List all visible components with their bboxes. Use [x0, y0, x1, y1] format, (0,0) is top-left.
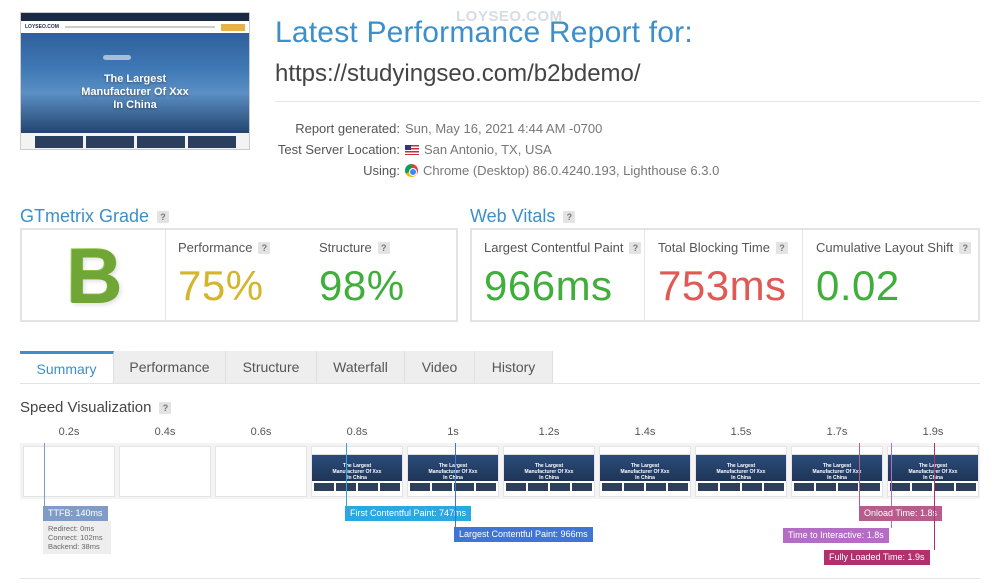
thumbnail-hero-line3: In China [113, 99, 157, 111]
divider [275, 101, 980, 102]
frame-rendered[interactable]: The Largest Manufacturer Of Xxx In China [407, 446, 499, 497]
cls-metric: Cumulative Layout Shift? 0.02 [804, 230, 978, 320]
help-icon[interactable]: ? [629, 241, 642, 254]
time-label: 1.2s [538, 426, 560, 438]
help-icon[interactable]: ? [776, 241, 788, 254]
page-screenshot-thumbnail[interactable]: LOYSEO.COM The Largest Manufacturer Of X… [20, 12, 250, 150]
fcp-marker-line [346, 443, 347, 507]
help-icon[interactable]: ? [258, 241, 271, 254]
onload-marker-line [859, 443, 860, 507]
server-location-value: San Antonio, TX, USA [424, 142, 552, 157]
using-value: Chrome (Desktop) 86.0.4240.193, Lighthou… [423, 163, 720, 178]
us-flag-icon [405, 144, 419, 155]
help-icon[interactable]: ? [159, 401, 172, 414]
chrome-icon [405, 164, 418, 177]
time-label: 1.7s [826, 426, 848, 438]
structure-value: 98% [319, 262, 405, 309]
report-url[interactable]: https://studyingseo.com/b2bdemo/ [275, 60, 641, 88]
grade-cell: B [22, 230, 166, 320]
thumbnail-hero-line1: The Largest [103, 73, 167, 85]
tbt-value: 753ms [658, 262, 787, 309]
time-label: 1.4s [634, 426, 656, 438]
lcp-value: 966ms [484, 262, 613, 309]
help-icon[interactable]: ? [959, 241, 972, 254]
tbt-label: Total Blocking Time [658, 240, 770, 255]
thumbnail-topbar [21, 13, 249, 21]
cls-value: 0.02 [816, 262, 900, 309]
frame-rendered[interactable]: The Largest Manufacturer Of Xxx In China [311, 446, 403, 497]
cls-label: Cumulative Layout Shift [816, 240, 954, 255]
lcp-tag: Largest Contentful Paint: 966ms [454, 527, 593, 542]
watermark: LOYSEO.COM [456, 8, 563, 25]
filmstrip: The Largest Manufacturer Of Xxx In China T… [20, 443, 980, 499]
web-vitals-panel: Largest Contentful Paint? 966ms Total Bl… [470, 228, 980, 322]
ttfb-breakdown: Redirect: 0ms Connect: 102ms Backend: 38… [43, 521, 111, 554]
report-meta: Report generated: Sun, May 16, 2021 4:44… [275, 118, 719, 181]
report-generated-label: Report generated: [295, 121, 400, 136]
thumbnail-nav: LOYSEO.COM [21, 21, 249, 33]
server-location-label: Test Server Location: [277, 142, 400, 157]
time-label: 0.2s [58, 426, 80, 438]
report-tabs: Summary Performance Structure Waterfall … [20, 351, 553, 384]
tab-video[interactable]: Video [405, 351, 475, 384]
frame-rendered[interactable]: The Largest Manufacturer Of Xxx In China [887, 446, 979, 497]
fully-loaded-marker-line [934, 443, 935, 550]
lcp-label: Largest Contentful Paint [484, 240, 624, 255]
thumbnail-logo: LOYSEO.COM [25, 24, 59, 30]
help-icon[interactable]: ? [563, 210, 576, 223]
thumbnail-hero-line2: Manufacturer Of Xxx [81, 86, 189, 98]
web-vitals-heading: Web Vitals ? [470, 206, 576, 227]
frame-blank[interactable] [119, 446, 211, 497]
frame-rendered[interactable]: The Largest Manufacturer Of Xxx In China [599, 446, 691, 497]
frame-rendered[interactable]: The Largest Manufacturer Of Xxx In China [695, 446, 787, 497]
frame-blank[interactable] [215, 446, 307, 497]
frame-rendered[interactable]: The Largest Manufacturer Of Xxx In China [791, 446, 883, 497]
structure-label: Structure [319, 240, 372, 255]
performance-value: 75% [178, 262, 264, 309]
lcp-metric: Largest Contentful Paint? 966ms [472, 230, 644, 320]
time-label: 0.8s [346, 426, 368, 438]
ttfb-tag: TTFB: 140ms [43, 506, 108, 521]
lcp-marker-line [455, 443, 456, 527]
thumbnail-hero: The Largest Manufacturer Of Xxx In China [21, 33, 249, 133]
help-icon[interactable]: ? [157, 210, 170, 223]
onload-tag: Onload Time: 1.8s [859, 506, 943, 521]
gtmetrix-grade-heading: GTmetrix Grade ? [20, 206, 170, 227]
help-icon[interactable]: ? [377, 241, 390, 254]
using-label: Using: [363, 163, 400, 178]
time-label: 1.5s [730, 426, 752, 438]
frame-rendered[interactable]: The Largest Manufacturer Of Xxx In China [503, 446, 595, 497]
thumbnail-products [21, 133, 249, 149]
fully-loaded-tag: Fully Loaded Time: 1.9s [824, 550, 930, 565]
grade-letter: B [65, 230, 122, 319]
tti-tag: Time to Interactive: 1.8s [783, 528, 889, 543]
tbt-metric: Total Blocking Time? 753ms [646, 230, 800, 320]
gtmetrix-grade-panel: B Performance? 75% Structure? 98% [20, 228, 458, 322]
performance-metric: Performance? 75% [166, 230, 307, 320]
structure-metric: Structure? 98% [307, 230, 457, 320]
time-label: 0.4s [154, 426, 176, 438]
tab-history[interactable]: History [475, 351, 553, 384]
filmstrip-timeline: 0.2s 0.4s 0.6s 0.8s 1s 1.2s 1.4s 1.5s 1.… [20, 426, 980, 442]
speed-visualization-heading: Speed Visualization ? [20, 399, 172, 416]
time-label: 1s [447, 426, 459, 438]
divider [20, 578, 980, 579]
ttfb-marker-line [44, 443, 45, 507]
report-generated-value: Sun, May 16, 2021 4:44 AM -0700 [405, 121, 603, 136]
performance-label: Performance [178, 240, 253, 255]
tab-waterfall[interactable]: Waterfall [317, 351, 405, 384]
tabs-underline [20, 383, 980, 384]
time-label: 0.6s [250, 426, 272, 438]
tab-performance[interactable]: Performance [114, 351, 226, 384]
tab-structure[interactable]: Structure [226, 351, 317, 384]
time-label: 1.9s [922, 426, 944, 438]
tab-summary[interactable]: Summary [20, 351, 114, 384]
fcp-tag: First Contentful Paint: 747ms [345, 506, 472, 521]
frame-blank[interactable] [23, 446, 115, 497]
